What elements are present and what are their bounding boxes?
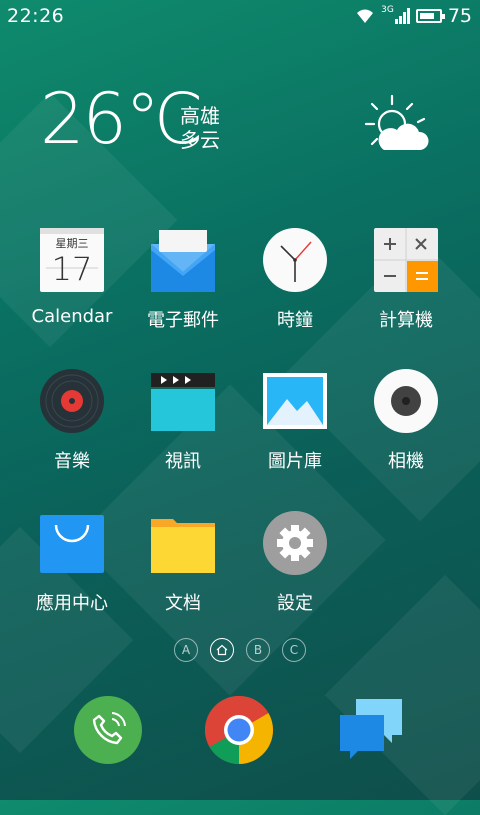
app-label: 圖片庫: [268, 451, 322, 472]
app-label: 文档: [165, 593, 201, 614]
app-gallery[interactable]: 圖片庫: [240, 369, 350, 473]
camera-icon: [374, 369, 438, 433]
sun-cloud-icon: [364, 94, 429, 150]
app-calculator[interactable]: 計算機: [351, 228, 461, 332]
app-calendar[interactable]: 星期三 17 Calendar: [17, 228, 127, 327]
calendar-icon: 星期三 17: [40, 228, 104, 292]
home-icon: [216, 644, 228, 656]
app-label: 計算機: [379, 310, 433, 331]
signal-icon: [394, 8, 410, 24]
app-clock[interactable]: 時鐘: [240, 228, 350, 332]
app-label: 電子郵件: [147, 310, 219, 331]
settings-icon: [263, 511, 327, 575]
wifi-icon: [357, 9, 374, 23]
mail-icon: [151, 228, 215, 292]
calendar-day: 17: [51, 250, 93, 288]
app-email[interactable]: 電子郵件: [128, 228, 238, 332]
dock-messages[interactable]: [336, 695, 406, 765]
dock-phone[interactable]: [73, 695, 143, 765]
network-type: 3G: [381, 5, 394, 15]
messages-icon: [340, 699, 402, 759]
app-video[interactable]: 視訊: [128, 369, 238, 473]
page-dot-b[interactable]: B: [246, 638, 270, 662]
app-label: 設定: [277, 593, 313, 614]
clock-icon: [263, 228, 327, 292]
app-label: 時鐘: [277, 310, 313, 331]
status-bar: 22:26 3G 75: [0, 0, 480, 32]
app-label: 音樂: [54, 451, 90, 472]
status-time: 22:26: [7, 5, 65, 27]
app-store[interactable]: 應用中心: [17, 511, 127, 615]
calendar-weekday: 星期三: [55, 237, 89, 250]
app-label: 視訊: [165, 451, 201, 472]
app-music[interactable]: 音樂: [17, 369, 127, 473]
app-store-icon: [40, 511, 104, 575]
page-dot-a[interactable]: A: [174, 638, 198, 662]
page-indicator: A B C: [0, 638, 480, 662]
app-label: 相機: [388, 451, 424, 472]
app-documents[interactable]: 文档: [128, 511, 238, 615]
page-dot-home[interactable]: [210, 638, 234, 662]
weather-temperature: 26℃: [40, 78, 204, 160]
app-label: Calendar: [31, 306, 113, 327]
gallery-icon: [263, 369, 327, 433]
status-icons: 3G 75: [355, 5, 472, 27]
app-settings[interactable]: 設定: [240, 511, 350, 615]
app-label: 應用中心: [36, 593, 108, 614]
video-icon: [151, 369, 215, 433]
calculator-icon: [374, 228, 438, 292]
dock-chrome[interactable]: [204, 695, 274, 765]
battery-percent: 75: [447, 5, 472, 27]
page-dot-c[interactable]: C: [282, 638, 306, 662]
app-camera[interactable]: 相機: [351, 369, 461, 473]
folder-icon: [151, 511, 215, 575]
battery-icon: [415, 9, 445, 23]
music-icon: [40, 369, 104, 433]
weather-condition: 多云: [180, 128, 220, 152]
chrome-icon: [205, 696, 273, 764]
phone-icon: [74, 696, 142, 764]
